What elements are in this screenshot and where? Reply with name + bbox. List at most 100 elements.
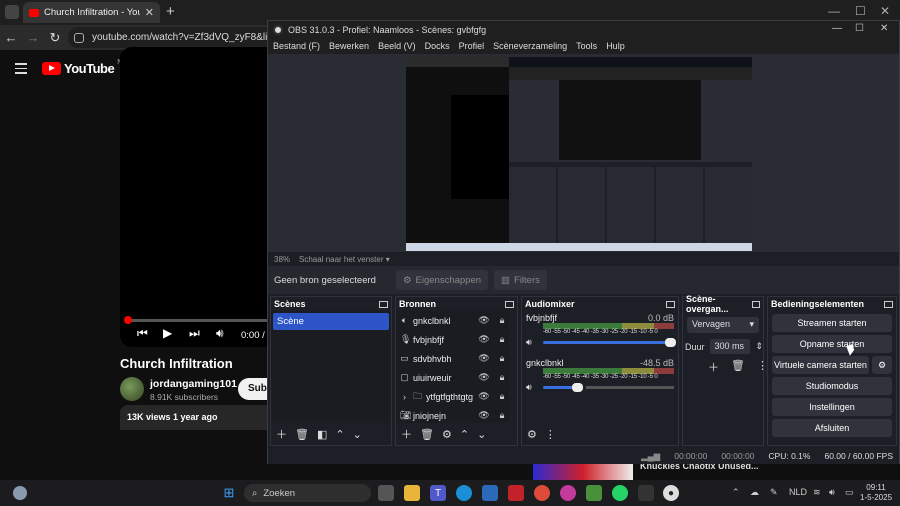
taskbar-search[interactable]: ⌕ Zoeken <box>244 484 371 502</box>
forward-icon[interactable]: → <box>22 30 44 45</box>
lock-icon[interactable]: 🔒︎ <box>495 334 509 345</box>
close-tab-icon[interactable]: ✕ <box>145 6 154 19</box>
scene-filter-icon[interactable]: ◧ <box>317 428 327 441</box>
lock-icon[interactable]: 🔒︎ <box>495 372 509 383</box>
widgets-icon[interactable] <box>13 486 27 500</box>
volume-knob[interactable] <box>572 383 583 392</box>
video-progress-bar[interactable] <box>127 319 270 322</box>
remove-scene-icon[interactable]: 🗑︎ <box>295 428 309 441</box>
menu-tools[interactable]: Tools <box>576 41 597 51</box>
visibility-icon[interactable]: 👁︎ <box>477 315 491 326</box>
channel-name[interactable]: jordangaming101 <box>150 378 237 390</box>
visibility-icon[interactable]: 👁︎ <box>477 410 491 421</box>
language-indicator[interactable]: NLD <box>789 487 807 497</box>
source-item[interactable]: 🔈︎ gnkclbnkl 👁︎ 🔒︎ <box>396 311 509 330</box>
duration-stepper[interactable]: ⇕ <box>755 341 763 352</box>
menu-docks[interactable]: Docks <box>425 41 450 51</box>
browser-tab-youtube[interactable]: Church Infiltration - YouTube ✕ <box>23 2 160 23</box>
video-player[interactable] <box>120 47 270 347</box>
filters-button[interactable]: ▥ Filters <box>494 270 547 290</box>
scale-dropdown[interactable]: Schaal naar het venster ▾ <box>299 255 390 264</box>
battery-icon[interactable]: ▭ <box>845 487 854 498</box>
studio-mode-button[interactable]: Studiomodus <box>772 377 892 395</box>
start-icon[interactable]: ⊞ <box>221 485 237 501</box>
volume-knob[interactable] <box>665 338 676 347</box>
menu-help[interactable]: Hulp <box>606 41 625 51</box>
properties-button[interactable]: ⚙ Eigenschappen <box>396 270 489 290</box>
undock-icon[interactable] <box>751 300 760 308</box>
source-item[interactable]: 🎙︎ fvbjnbfjf 👁︎ 🔒︎ <box>396 330 509 349</box>
source-item[interactable]: › 🗀 ytfgtfgthtgtg 👁︎ 🔒︎ <box>396 387 509 406</box>
source-item[interactable]: ▭ sdvbhvbh 👁︎ 🔒︎ <box>396 349 509 368</box>
remove-source-icon[interactable]: 🗑︎ <box>420 428 434 441</box>
lock-icon[interactable]: 🔒︎ <box>495 410 509 421</box>
whatsapp-icon[interactable] <box>612 485 628 501</box>
reload-icon[interactable]: ↻ <box>44 30 66 46</box>
menu-file[interactable]: Bestand (F) <box>273 41 320 51</box>
back-icon[interactable]: ← <box>0 30 22 45</box>
capcut-icon[interactable] <box>638 485 654 501</box>
clock[interactable]: 09:11 1-5-2025 <box>860 483 892 503</box>
obs-minimize-icon[interactable]: — <box>832 23 842 34</box>
recommended-thumbnail[interactable] <box>533 462 633 480</box>
play-icon[interactable]: ▶ <box>163 326 172 340</box>
add-transition-icon[interactable]: ＋ <box>708 359 719 375</box>
edge-icon[interactable] <box>456 485 472 501</box>
add-source-icon[interactable]: ＋ <box>401 426 412 442</box>
store-icon[interactable] <box>482 485 498 501</box>
progress-scrubber[interactable] <box>124 316 132 324</box>
lock-icon[interactable]: 🔒︎ <box>495 315 509 326</box>
menu-icon[interactable] <box>15 63 27 77</box>
volume-slider[interactable] <box>543 338 676 347</box>
lock-icon[interactable]: 🔒︎ <box>495 391 509 402</box>
mixer-settings-icon[interactable]: ⚙ <box>527 428 537 441</box>
speaker-icon[interactable]: 🔊︎ <box>526 382 538 393</box>
teams-icon[interactable]: T <box>430 485 446 501</box>
duration-input[interactable]: 300 ms <box>709 339 751 354</box>
close-window-icon[interactable]: ✕ <box>880 4 890 18</box>
transition-select[interactable]: Vervagen ▾ <box>687 317 759 333</box>
youtube-logo[interactable]: YouTube NL <box>42 59 126 76</box>
chrome-icon[interactable] <box>534 485 550 501</box>
undock-icon[interactable] <box>505 300 514 308</box>
tab-search-icon[interactable] <box>5 5 19 19</box>
obs-maximize-icon[interactable]: ☐ <box>855 23 864 34</box>
obs-close-icon[interactable]: ✕ <box>880 23 888 34</box>
move-down-icon[interactable]: ⌄ <box>477 428 486 441</box>
virtual-camera-settings-icon[interactable]: ⚙ <box>872 356 892 374</box>
obs-taskbar-icon[interactable]: ● <box>663 485 679 501</box>
previous-icon[interactable]: ⏮ <box>137 326 148 341</box>
next-icon[interactable]: ⏭ <box>189 326 200 341</box>
move-down-icon[interactable]: ⌄ <box>353 428 362 441</box>
speaker-tray-icon[interactable]: 🔊︎ <box>829 487 835 498</box>
preview-canvas[interactable] <box>406 57 752 251</box>
remove-transition-icon[interactable]: 🗑︎ <box>731 359 745 375</box>
app-icon[interactable] <box>560 485 576 501</box>
source-settings-icon[interactable]: ⚙ <box>442 428 452 441</box>
menu-scene-collection[interactable]: Scèneverzameling <box>493 41 567 51</box>
settings-button[interactable]: Instellingen <box>772 398 892 416</box>
minimize-icon[interactable]: — <box>828 4 840 18</box>
start-recording-button[interactable]: Opname starten <box>772 335 892 353</box>
volume-slider[interactable] <box>543 383 583 392</box>
menu-view[interactable]: Beeld (V) <box>378 41 416 51</box>
pen-icon[interactable]: ✎ <box>770 487 778 498</box>
speaker-icon[interactable]: 🔊︎ <box>526 337 538 348</box>
undock-icon[interactable] <box>666 300 675 308</box>
channel-avatar[interactable] <box>120 377 144 401</box>
tray-chevron-icon[interactable]: ⌃ <box>732 487 740 498</box>
start-streaming-button[interactable]: Streamen starten <box>772 314 892 332</box>
site-info-icon[interactable] <box>74 32 84 43</box>
add-scene-icon[interactable]: ＋ <box>276 426 287 442</box>
maximize-icon[interactable]: ☐ <box>855 4 866 18</box>
visibility-icon[interactable]: 👁︎ <box>477 334 491 345</box>
file-explorer-icon[interactable] <box>404 485 420 501</box>
volume-icon[interactable]: 🔊︎ <box>216 326 224 341</box>
mixer-menu-icon[interactable]: ⋮ <box>545 428 556 441</box>
expand-chevron-icon[interactable]: › <box>400 392 409 402</box>
undock-icon[interactable] <box>884 300 893 308</box>
undock-icon[interactable] <box>379 300 388 308</box>
wifi-icon[interactable]: ≋ <box>813 487 821 498</box>
menu-edit[interactable]: Bewerken <box>329 41 369 51</box>
onedrive-icon[interactable]: ☁ <box>750 487 759 498</box>
